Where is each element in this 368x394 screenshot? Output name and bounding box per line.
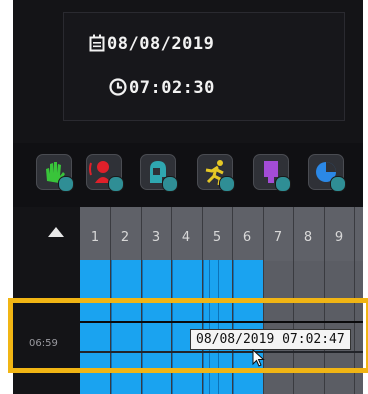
channel-label[interactable]: 2 bbox=[110, 230, 140, 245]
scroll-up-icon[interactable] bbox=[48, 227, 64, 237]
clock-icon bbox=[109, 78, 127, 101]
channel-label[interactable]: 5 bbox=[202, 230, 232, 245]
event-filter-face[interactable] bbox=[140, 154, 178, 192]
time-text: 07:02:30 bbox=[129, 78, 215, 98]
event-filter-person-motion[interactable] bbox=[86, 154, 124, 192]
date-text: 08/08/2019 bbox=[107, 34, 215, 54]
channel-label[interactable]: 1 bbox=[80, 230, 110, 245]
check-icon bbox=[108, 176, 124, 192]
channel-label[interactable]: 9 bbox=[324, 230, 354, 245]
channel-label[interactable]: 3 bbox=[141, 230, 171, 245]
check-icon bbox=[58, 176, 74, 192]
channel-label[interactable]: 4 bbox=[171, 230, 201, 245]
check-icon bbox=[275, 176, 291, 192]
event-filter-strip bbox=[13, 143, 363, 207]
datetime-display bbox=[63, 12, 345, 121]
check-icon bbox=[162, 176, 178, 192]
channel-label[interactable]: 6 bbox=[232, 230, 262, 245]
event-filter-running-person[interactable] bbox=[197, 154, 235, 192]
date-row: 08/08/2019 bbox=[89, 34, 214, 57]
check-icon bbox=[219, 176, 235, 192]
event-filter-hand-alarm[interactable] bbox=[36, 154, 74, 192]
check-icon bbox=[330, 176, 346, 192]
channel-label[interactable]: 7 bbox=[263, 230, 293, 245]
event-filter-pie-chart[interactable] bbox=[308, 154, 346, 192]
highlight-frame bbox=[8, 298, 368, 373]
channel-label[interactable]: 8 bbox=[293, 230, 323, 245]
calendar-icon bbox=[89, 34, 105, 57]
time-row: 07:02:30 bbox=[109, 78, 215, 101]
event-filter-device[interactable] bbox=[253, 154, 291, 192]
